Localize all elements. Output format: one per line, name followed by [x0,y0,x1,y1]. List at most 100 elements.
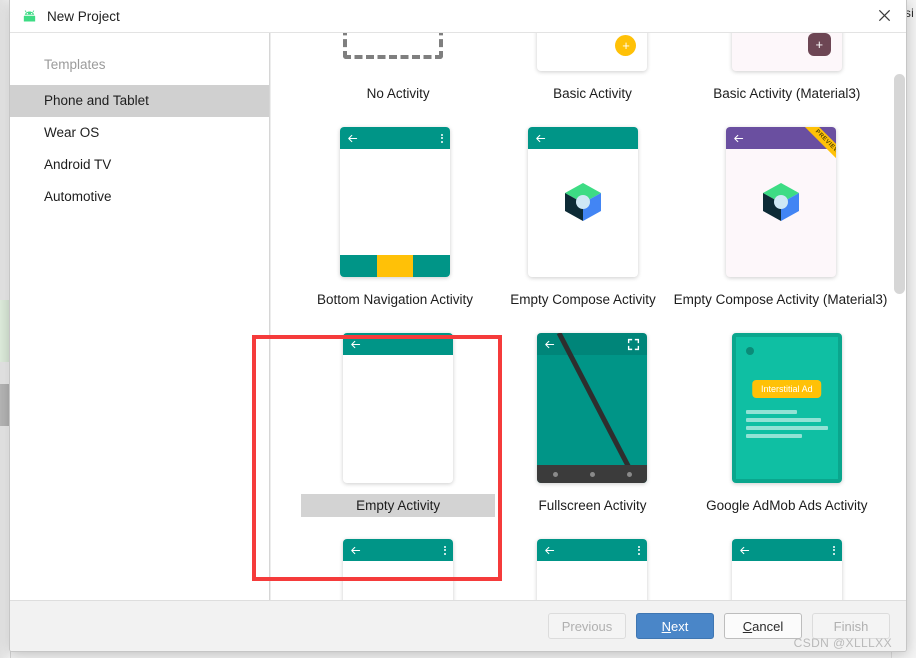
template-label: No Activity [366,86,430,101]
placeholder-line [745,418,822,422]
sidebar-item-label: Wear OS [44,125,100,140]
close-button[interactable] [862,0,906,31]
app-bar [537,539,648,561]
app-bar [343,333,454,355]
templates-grid: No Activity + Basic Activity + Basic Act… [271,33,906,600]
fab-icon: + [807,33,831,56]
back-arrow-icon [351,340,361,348]
phone-mock [731,539,842,600]
placeholder-line [745,426,828,430]
back-arrow-icon [348,134,358,142]
template-card-empty-compose-activity[interactable]: Empty Compose Activity [489,127,677,311]
cancel-button-mnemonic: C [742,618,753,634]
next-button[interactable]: Next [636,613,714,639]
jetpack-compose-logo-icon [762,183,799,221]
phone-mock [343,333,454,483]
template-thumb [731,539,842,600]
template-card-partial[interactable] [301,539,495,600]
template-card-basic-activity[interactable]: + Basic Activity [495,33,689,105]
jetpack-compose-logo-icon [565,183,601,221]
sidebar-item-phone-and-tablet[interactable]: Phone and Tablet [10,85,269,117]
template-thumb: + [537,33,648,71]
android-icon [23,9,36,21]
vertical-scrollbar[interactable] [893,33,906,600]
nav-dot [553,471,559,477]
dashed-placeholder-icon [343,33,444,59]
template-card-partial[interactable] [690,539,884,600]
previous-button[interactable]: Previous [548,613,626,639]
template-thumb [528,127,638,277]
finish-button[interactable]: Finish [812,613,890,639]
sidebar-item-android-tv[interactable]: Android TV [10,149,269,181]
overflow-menu-icon [832,545,835,555]
template-card-empty-activity[interactable]: Empty Activity [301,333,496,517]
placeholder-text-lines [745,410,828,442]
template-label: Basic Activity (Material3) [713,86,861,101]
cancel-button[interactable]: Cancel [724,613,802,639]
bottom-nav-segment-active [376,255,414,277]
nav-dot [589,471,595,477]
sidebar-item-automotive[interactable]: Automotive [10,181,269,213]
finish-button-label: Finish [833,618,869,634]
screenshot-root: si New Project Templates Phone and Table… [0,0,916,658]
nav-dot [626,471,632,477]
background-left-tab-marker [0,384,9,426]
template-thumb [537,539,648,600]
templates-row-2: Bottom Navigation Activity Empty Compose… [301,127,887,311]
next-button-label: ext [671,618,689,634]
dialog-body: Templates Phone and Tablet Wear OS Andro… [10,33,906,600]
dialog-titlebar: New Project [10,0,906,33]
template-label: Fullscreen Activity [538,498,647,513]
dialog-footer: Previous Next Cancel Finish CSDN @XLLLXX [10,600,906,651]
template-thumb [343,333,454,483]
template-label: Empty Compose Activity [510,292,656,307]
phone-mock: + [537,33,648,71]
template-label: Basic Activity [553,86,632,101]
sidebar-item-label: Phone and Tablet [44,93,149,108]
app-bar [340,127,450,149]
template-card-no-activity[interactable]: No Activity [301,33,495,105]
template-thumb [343,539,454,600]
back-arrow-icon [545,546,555,554]
sidebar-item-label: Automotive [44,189,112,204]
bottom-navigation-bar [340,255,450,277]
dialog-title: New Project [47,8,120,24]
template-thumb: + [731,33,842,71]
vertical-scrollbar-thumb[interactable] [894,74,905,294]
template-card-basic-activity-material3[interactable]: + Basic Activity (Material3) [690,33,884,105]
back-arrow-icon [733,134,743,142]
template-thumb [537,333,648,483]
sidebar: Templates Phone and Tablet Wear OS Andro… [10,33,270,600]
overflow-menu-icon [444,545,447,555]
diagonal-line-decoration [557,333,640,483]
phone-mock: PREVIEW [725,127,836,277]
back-arrow-icon [351,546,361,554]
template-card-fullscreen-activity[interactable]: Fullscreen Activity [495,333,689,517]
template-card-empty-compose-activity-material3[interactable]: PREVIEW Empty Compose Activity (Material… [674,127,887,311]
interstitial-ad-chip: Interstitial Ad [752,380,822,398]
template-card-bottom-navigation-activity[interactable]: Bottom Navigation Activity [301,127,489,311]
app-bar [343,539,454,561]
phone-mock [343,539,454,600]
back-arrow-icon [536,134,546,142]
previous-button-label: Previous [561,618,613,634]
sidebar-item-wear-os[interactable]: Wear OS [10,117,269,149]
app-bar [731,539,842,561]
next-button-mnemonic: N [661,618,672,634]
template-thumb [340,127,450,277]
bottom-nav-segment [413,255,450,277]
background-left-highlight [0,300,9,362]
app-bar [528,127,638,149]
templates-grid-panel: No Activity + Basic Activity + Basic Act… [270,33,906,600]
template-card-google-admob-ads-activity[interactable]: Interstitial Ad Google AdMob Ads Activit… [690,333,884,517]
template-thumb: Interstitial Ad [731,333,842,483]
phone-mock [528,127,638,277]
template-thumb: PREVIEW [725,127,836,277]
template-thumb [343,33,453,71]
bottom-nav-segment [340,255,377,277]
new-project-dialog: New Project Templates Phone and Tablet W… [9,0,907,652]
camera-dot-icon [745,347,754,355]
sidebar-item-label: Android TV [44,157,112,172]
template-card-partial[interactable] [495,539,689,600]
phone-mock: Interstitial Ad [731,333,842,483]
